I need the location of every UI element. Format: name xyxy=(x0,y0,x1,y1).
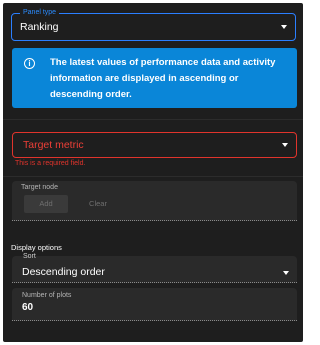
chevron-down-icon xyxy=(282,143,288,147)
sort-label: Sort xyxy=(23,253,36,260)
info-text: The latest values of performance data an… xyxy=(50,57,276,100)
target-metric-error: This is a required field. xyxy=(15,160,86,167)
divider xyxy=(3,176,303,177)
chevron-down-icon xyxy=(283,271,289,275)
number-of-plots-label: Number of plots xyxy=(22,292,72,299)
target-metric-select[interactable]: Target metric xyxy=(12,132,297,158)
panel-type-select[interactable]: Panel type Ranking xyxy=(11,8,296,41)
target-node-group: Target node Add Clear xyxy=(12,181,297,221)
number-of-plots-value: 60 xyxy=(22,302,34,313)
target-node-label: Target node xyxy=(21,184,58,191)
display-options-heading: Display options xyxy=(11,243,62,252)
chevron-down-icon xyxy=(281,25,287,29)
panel-type-label: Panel type xyxy=(20,8,60,18)
number-of-plots-field[interactable]: Number of plots 60 xyxy=(12,288,297,321)
panel-settings: Panel type Ranking i The latest values o… xyxy=(3,3,303,342)
info-icon: i xyxy=(24,58,35,69)
clear-node-button[interactable]: Clear xyxy=(84,195,112,213)
panel-type-value: Ranking xyxy=(20,21,59,33)
target-metric-label: Target metric xyxy=(23,139,84,151)
sort-select[interactable]: Sort Descending order xyxy=(12,253,297,283)
divider xyxy=(3,119,303,120)
info-banner: i The latest values of performance data … xyxy=(12,48,297,108)
add-node-button[interactable]: Add xyxy=(24,195,68,213)
sort-value: Descending order xyxy=(22,266,105,278)
